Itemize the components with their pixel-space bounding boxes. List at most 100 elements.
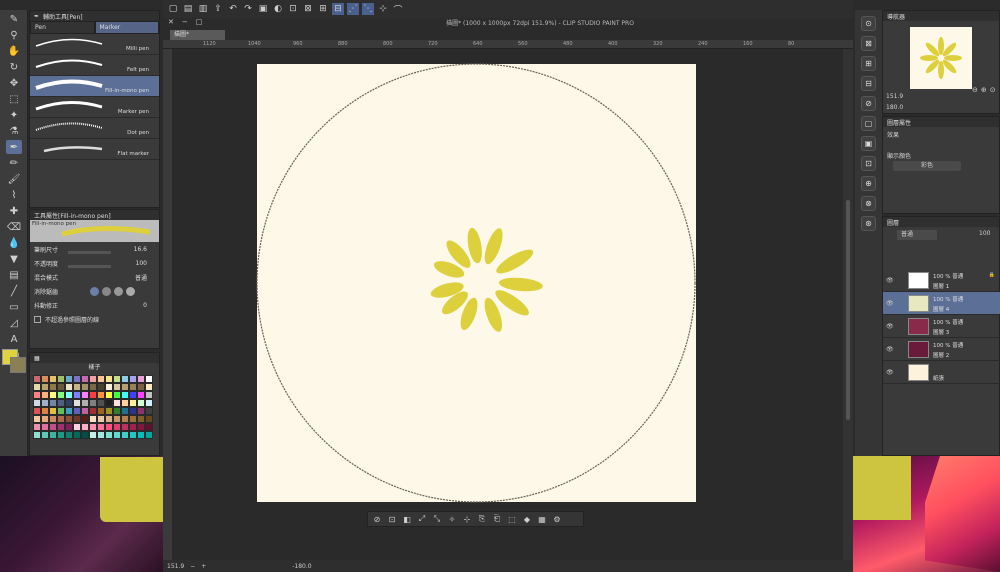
- color-swatch[interactable]: [121, 407, 129, 415]
- deselect-icon[interactable]: ⊘: [371, 513, 383, 525]
- color-swatch[interactable]: [113, 431, 121, 439]
- blend-mode-row[interactable]: 混合模式 普通: [30, 270, 159, 284]
- layer-row[interactable]: 👁 100 % 普通 圖層 4: [883, 292, 1000, 315]
- layer-row[interactable]: 👁 紙張: [883, 361, 1000, 384]
- color-swatch[interactable]: [145, 415, 153, 423]
- color-swatch[interactable]: [113, 407, 121, 415]
- visibility-eye-icon[interactable]: 👁: [886, 300, 894, 307]
- layer-property-icon[interactable]: ⊠: [861, 36, 876, 51]
- layer-icon[interactable]: ⊞: [861, 56, 876, 71]
- color-swatch[interactable]: [145, 383, 153, 391]
- color-swatch[interactable]: [89, 375, 97, 383]
- color-swatch[interactable]: [105, 415, 113, 423]
- settings-icon[interactable]: ⚙: [551, 513, 563, 525]
- navigator-zoom[interactable]: 151.9: [886, 93, 903, 100]
- color-swatch[interactable]: [145, 375, 153, 383]
- pen-icon[interactable]: ✒: [6, 140, 22, 154]
- text-icon[interactable]: A: [6, 332, 22, 346]
- color-swatch[interactable]: [129, 399, 137, 407]
- color-swatch[interactable]: [145, 391, 153, 399]
- scrollbar-thumb[interactable]: [846, 200, 850, 420]
- brush-milli-pen[interactable]: Milli pen: [30, 34, 159, 55]
- redo-icon[interactable]: ↷: [242, 3, 254, 15]
- paste-icon[interactable]: ⎗: [491, 513, 503, 525]
- color-swatch[interactable]: [73, 431, 81, 439]
- stabilization-row[interactable]: 抖動修正 0: [30, 298, 159, 312]
- clear-outside-icon[interactable]: ⊹: [461, 513, 473, 525]
- color-swatch[interactable]: [145, 423, 153, 431]
- color-swatch[interactable]: [49, 399, 57, 407]
- minimize-icon[interactable]: −: [182, 18, 188, 26]
- color-swatch[interactable]: [121, 415, 129, 423]
- color-swatch[interactable]: [89, 391, 97, 399]
- fit-icon[interactable]: ⊙: [990, 86, 996, 94]
- new-icon[interactable]: ▢: [167, 3, 179, 15]
- color-swatch[interactable]: [41, 423, 49, 431]
- color-swatch[interactable]: [97, 375, 105, 383]
- material-icon[interactable]: ▣: [861, 136, 876, 151]
- color-swatch[interactable]: [33, 407, 41, 415]
- export-icon[interactable]: ⇪: [212, 3, 224, 15]
- zoom-out-icon[interactable]: ⊖: [972, 86, 978, 94]
- color-swatch[interactable]: [105, 423, 113, 431]
- brush-marker-pen[interactable]: Marker pen: [30, 97, 159, 118]
- color-swatch[interactable]: [49, 375, 57, 383]
- color-swatch[interactable]: [49, 431, 57, 439]
- invert-icon[interactable]: ◧: [401, 513, 413, 525]
- color-swatch[interactable]: [73, 423, 81, 431]
- history-icon[interactable]: ⊘: [861, 96, 876, 111]
- navigator-icon[interactable]: ⊙: [861, 16, 876, 31]
- tone-icon[interactable]: ⌒: [392, 3, 404, 16]
- copy-icon[interactable]: ⎘: [476, 513, 488, 525]
- color-swatch[interactable]: [137, 431, 145, 439]
- color-swatch[interactable]: [65, 431, 73, 439]
- select-all-icon[interactable]: ⊞: [317, 3, 329, 15]
- color-swatch[interactable]: [65, 375, 73, 383]
- color-swatch[interactable]: [81, 407, 89, 415]
- color-swatch[interactable]: [33, 431, 41, 439]
- brush-size-slider[interactable]: [68, 251, 111, 254]
- color-swatch[interactable]: [129, 431, 137, 439]
- rotation-value[interactable]: -180.0: [292, 563, 311, 570]
- color-swatch[interactable]: [121, 399, 129, 407]
- document-tab[interactable]: 描圖*: [170, 30, 225, 40]
- color-swatch[interactable]: [57, 423, 65, 431]
- brush-icon[interactable]: 🖌: [6, 172, 22, 186]
- color-swatch[interactable]: [97, 383, 105, 391]
- figure-icon[interactable]: ╱: [6, 284, 22, 298]
- close-icon[interactable]: ✕: [168, 18, 174, 26]
- color-swatch[interactable]: [73, 391, 81, 399]
- color-swatch[interactable]: [33, 415, 41, 423]
- color-swatch[interactable]: [65, 423, 73, 431]
- item-bank-icon[interactable]: ⊕: [861, 176, 876, 191]
- color-swatch[interactable]: [105, 375, 113, 383]
- color-swatch[interactable]: [41, 399, 49, 407]
- color-swatch[interactable]: [97, 423, 105, 431]
- color-swatch[interactable]: [41, 391, 49, 399]
- color-swatch[interactable]: [33, 391, 41, 399]
- color-swatch[interactable]: [97, 415, 105, 423]
- color-swatch[interactable]: [49, 383, 57, 391]
- sub-view-icon[interactable]: ⊟: [861, 76, 876, 91]
- quick-access-icon[interactable]: ⊡: [861, 156, 876, 171]
- blend-icon[interactable]: 💧: [6, 236, 22, 250]
- color-swatch[interactable]: [105, 391, 113, 399]
- color-swatch[interactable]: [121, 423, 129, 431]
- layer-blend-select[interactable]: 普通: [897, 230, 937, 240]
- color-swatch[interactable]: [97, 391, 105, 399]
- color-swatch[interactable]: [97, 399, 105, 407]
- color-swatch[interactable]: [137, 383, 145, 391]
- color-swatch[interactable]: [81, 399, 89, 407]
- color-swatch[interactable]: [129, 391, 137, 399]
- hand-icon[interactable]: ✋: [6, 44, 22, 58]
- save-icon[interactable]: ▥: [197, 3, 209, 15]
- grid-icon[interactable]: ⊹: [377, 3, 389, 15]
- color-swatch[interactable]: [129, 423, 137, 431]
- color-swatch[interactable]: [73, 375, 81, 383]
- ruler-snap-icon[interactable]: ⋰: [347, 3, 359, 15]
- color-swatch[interactable]: [137, 415, 145, 423]
- eraser-icon[interactable]: ⌫: [6, 220, 22, 234]
- color-swatch[interactable]: [105, 383, 113, 391]
- color-swatch[interactable]: [105, 399, 113, 407]
- tab-pen[interactable]: Pen: [30, 21, 95, 34]
